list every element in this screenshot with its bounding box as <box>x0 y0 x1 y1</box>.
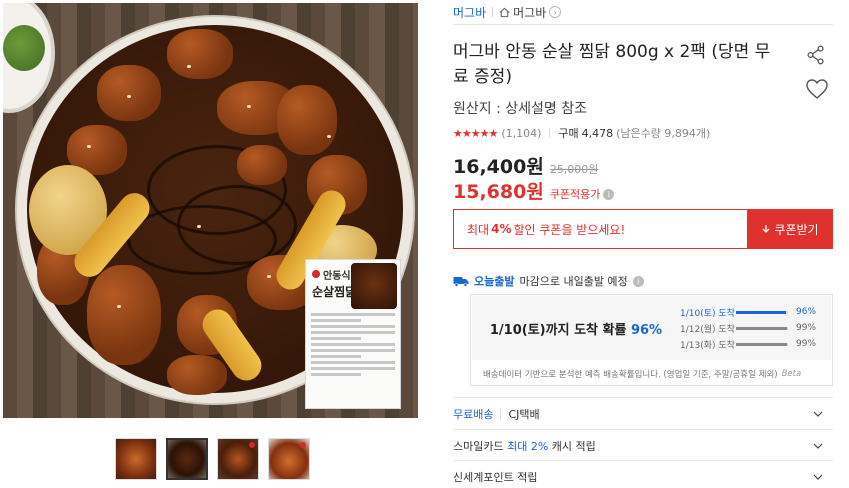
coupon-banner-text: 최대 4% 할인 쿠폰을 받으세요! <box>453 209 747 249</box>
package-label: 안동식 순살찜닭 <box>305 259 401 409</box>
coupon-price-label-text: 쿠폰적용가 <box>549 188 601 201</box>
prediction-row-label: 1/10(토) 도착 <box>680 308 735 319</box>
brand-logo-icon <box>312 270 320 278</box>
today-shipping-text: 마감으로 내일출발 예정 <box>519 275 628 288</box>
thumbnail-4[interactable] <box>268 438 310 480</box>
thumbnail-list <box>115 438 310 480</box>
delivery-prediction-summary: 1/10(토)까지 도착 확률 96% <box>472 319 680 338</box>
chevron-down-icon <box>813 443 823 449</box>
original-price: 25,000원 <box>549 163 599 176</box>
remaining-stock: (남은수량 9,894개) <box>616 127 711 140</box>
coupon-download-button[interactable]: 쿠폰받기 <box>747 209 833 249</box>
prediction-row-pct: 99% <box>796 323 817 333</box>
coupon-price-label: 쿠폰적용가 i <box>550 186 615 202</box>
delivery-prediction-box: 1/10(토)까지 도착 확률 96% 1/10(토) 도착 96% 1/12(월)… <box>470 294 833 386</box>
sale-price: 16,400원 <box>453 156 544 178</box>
prediction-pct: 96% <box>630 322 663 338</box>
prediction-bar <box>736 342 788 346</box>
smile-card-label: 스마일카드 <box>453 439 504 453</box>
shipping-accordion[interactable]: 무료배송 CJ택배 <box>453 397 833 429</box>
truck-icon <box>453 277 469 287</box>
smile-card-highlight: 최대 2% <box>507 439 549 453</box>
delivery-header: 오늘출발 마감으로 내일출발 예정 i <box>453 273 644 289</box>
chevron-down-icon <box>813 411 823 417</box>
share-icon[interactable] <box>805 44 827 66</box>
prediction-row: 1/12(월) 도착 99% <box>680 320 831 336</box>
prediction-row-pct: 99% <box>796 339 817 349</box>
free-shipping-label: 무료배송 <box>453 407 494 421</box>
today-shipping-label: 오늘출발 <box>474 275 515 288</box>
breadcrumb-seller-link[interactable]: 머그바 <box>453 4 486 21</box>
info-icon[interactable]: i <box>632 275 644 287</box>
chevron-down-icon <box>813 474 823 480</box>
thumbnail-1[interactable] <box>115 438 157 480</box>
star-rating-icon: ★★★★★ <box>453 126 498 140</box>
rating-row: ★★★★★ (1,104) 구매 4,478 (남은수량 9,894개) <box>453 125 710 141</box>
heart-icon[interactable] <box>805 78 829 100</box>
product-title: 머그바 안동 순살 찜닭 800g x 2팩 (당면 무료 증정) <box>453 42 771 87</box>
coupon-price-row: 15,680원 쿠폰적용가 i <box>453 177 615 204</box>
shinsegae-point-accordion[interactable]: 신세계포인트 적립 <box>453 460 833 488</box>
shinsegae-point-label: 신세계포인트 적립 <box>453 470 538 484</box>
main-product-image: 안동식 순살찜닭 <box>3 3 418 418</box>
purchase-count: 4,478 <box>581 126 614 140</box>
breadcrumb: 머그바 머그바 › <box>453 0 833 24</box>
package-nutrition-table <box>306 306 400 383</box>
smile-card-accordion[interactable]: 스마일카드 최대 2% 캐시 적립 <box>453 429 833 461</box>
coupon-button-label: 쿠폰받기 <box>774 222 819 237</box>
coupon-price: 15,680원 <box>453 181 544 203</box>
divider <box>453 24 833 25</box>
review-count[interactable]: (1,104) <box>501 127 541 140</box>
prediction-row: 1/10(토) 도착 96% <box>680 304 831 320</box>
thumbnail-2[interactable] <box>166 438 208 480</box>
prediction-row-pct: 96% <box>796 307 817 317</box>
breadcrumb-store-label: 머그바 <box>513 5 547 20</box>
product-info: 머그바 머그바 › 머그바 안동 순살 찜닭 800g x 2팩 (당면 무료 … <box>453 0 833 484</box>
prediction-prefix: 1/10(토)까지 도착 확률 <box>489 322 627 338</box>
beta-badge: Beta <box>781 369 802 379</box>
prediction-row: 1/13(화) 도착 99% <box>680 336 831 352</box>
thumbnail-3[interactable] <box>217 438 259 480</box>
prediction-bar <box>736 310 788 314</box>
coupon-text-pct: 4% <box>491 222 512 236</box>
prediction-note-text: 배송데이터 기반으로 분석한 예측 배송확률입니다. (영업일 기준, 주말/공… <box>483 370 778 380</box>
coupon-text-suffix: 할인 쿠폰을 받으세요! <box>513 222 626 237</box>
home-icon <box>499 7 510 17</box>
coupon-banner: 최대 4% 할인 쿠폰을 받으세요! 쿠폰받기 <box>453 209 833 249</box>
price-row: 16,400원 25,000원 <box>453 152 598 179</box>
shipping-carrier: CJ택배 <box>508 407 540 421</box>
download-icon <box>762 225 770 233</box>
info-icon[interactable]: i <box>603 188 615 200</box>
purchase-label: 구매 <box>558 127 579 140</box>
prediction-row-label: 1/12(월) 도착 <box>680 324 735 335</box>
prediction-note: 배송데이터 기반으로 분석한 예측 배송확률입니다. (영업일 기준, 주말/공… <box>471 361 832 387</box>
breadcrumb-store-link[interactable]: 머그바 › <box>499 4 562 21</box>
package-photo <box>351 263 397 309</box>
package-brand: 안동식 <box>323 270 351 282</box>
side-dish-plate <box>3 3 55 113</box>
smile-card-suffix: 캐시 적립 <box>551 439 596 453</box>
chevron-right-icon: › <box>549 6 562 18</box>
prediction-row-label: 1/13(화) 도착 <box>680 340 735 351</box>
prediction-rows: 1/10(토) 도착 96% 1/12(월) 도착 99% 1/13(화) 도착 99% <box>680 304 831 352</box>
prediction-bar <box>736 326 788 330</box>
coupon-text-prefix: 최대 <box>467 222 490 237</box>
origin-text: 원산지 : 상세설명 참조 <box>453 101 587 117</box>
